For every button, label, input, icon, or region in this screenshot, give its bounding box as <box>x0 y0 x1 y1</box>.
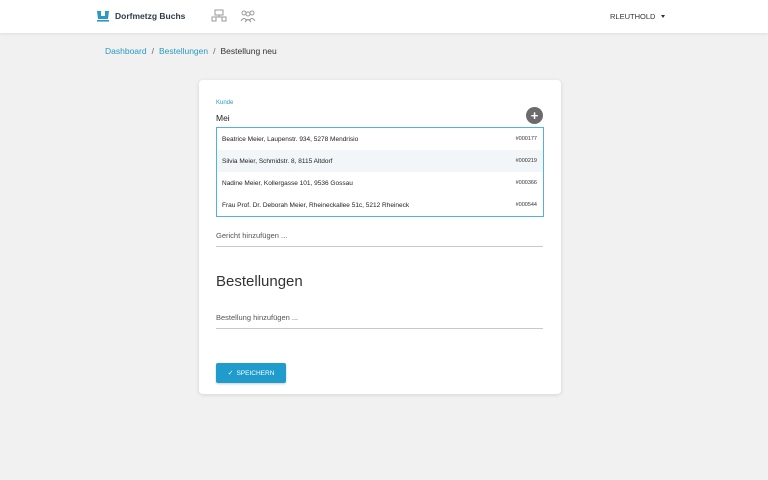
suggestion-item[interactable]: Silvia Meier, Schmidstr. 8, 8115 Altdorf… <box>217 150 543 172</box>
suggestion-item[interactable]: Nadine Meier, Kollergasse 101, 9536 Goss… <box>217 172 543 194</box>
customer-suggestions: Beatrice Meier, Laupenstr. 934, 5278 Men… <box>216 127 544 217</box>
user-menu[interactable]: RLEUTHOLD <box>610 12 666 21</box>
kunde-input[interactable] <box>216 111 516 125</box>
store-icon[interactable] <box>211 9 227 23</box>
save-button[interactable]: ✓ SPEICHERN <box>216 363 286 383</box>
bestellung-input[interactable]: Bestellung hinzufügen ... <box>216 313 543 329</box>
username: RLEUTHOLD <box>610 12 656 21</box>
suggestion-item[interactable]: Beatrice Meier, Laupenstr. 934, 5278 Men… <box>217 128 543 150</box>
section-title-bestellungen: Bestellungen <box>216 273 303 290</box>
suggestion-id: #000366 <box>515 180 537 186</box>
breadcrumb-dashboard[interactable]: Dashboard <box>105 46 147 56</box>
order-form-card: Kunde + Beatrice Meier, Laupenstr. 934, … <box>199 80 561 394</box>
breadcrumb-separator: / <box>213 46 216 56</box>
suggestion-id: #000544 <box>515 202 537 208</box>
check-icon: ✓ <box>227 370 234 377</box>
kunde-label: Kunde <box>216 100 234 106</box>
butcher-logo-icon <box>97 11 109 22</box>
add-customer-button[interactable]: + <box>526 107 543 124</box>
plus-icon: + <box>530 108 539 123</box>
suggestion-name: Silvia Meier, Schmidstr. 8, 8115 Altdorf <box>222 157 333 165</box>
brand-name: Dorfmetzg Buchs <box>115 11 186 21</box>
breadcrumb-separator: / <box>151 46 154 56</box>
chevron-down-icon <box>661 15 666 18</box>
suggestion-item[interactable]: Frau Prof. Dr. Deborah Meier, Rheineckal… <box>217 194 543 216</box>
suggestion-id: #000219 <box>515 158 537 164</box>
breadcrumb-bestellungen[interactable]: Bestellungen <box>159 46 208 56</box>
top-navbar: Dorfmetzg Buchs RLEUTHOLD <box>0 0 768 33</box>
suggestion-name: Beatrice Meier, Laupenstr. 934, 5278 Men… <box>222 135 359 143</box>
suggestion-name: Nadine Meier, Kollergasse 101, 9536 Goss… <box>222 179 353 187</box>
people-icon[interactable] <box>240 9 256 23</box>
breadcrumb-current: Bestellung neu <box>220 46 277 56</box>
save-button-label: SPEICHERN <box>236 369 275 377</box>
suggestion-id: #000177 <box>515 136 537 142</box>
breadcrumb: Dashboard / Bestellungen / Bestellung ne… <box>105 46 277 56</box>
gericht-input[interactable]: Gericht hinzufügen ... <box>216 231 543 247</box>
suggestion-name: Frau Prof. Dr. Deborah Meier, Rheineckal… <box>222 201 410 209</box>
brand[interactable]: Dorfmetzg Buchs <box>96 10 185 22</box>
